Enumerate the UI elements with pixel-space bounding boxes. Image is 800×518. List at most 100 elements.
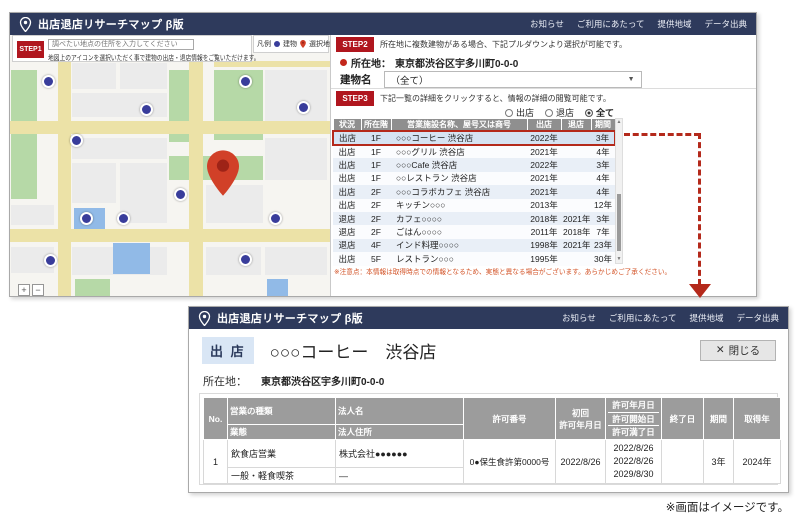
building-dot-icon <box>274 41 280 47</box>
map-window: 出店退店リサーチマップ β版 お知らせご利用にあたって提供地域データ出典 <box>9 12 757 297</box>
menu-item[interactable]: ご利用にあたって <box>609 312 677 324</box>
building-marker-icon[interactable] <box>297 101 310 114</box>
map-block <box>72 63 116 89</box>
map-park <box>11 70 37 199</box>
building-marker-icon[interactable] <box>269 212 282 225</box>
map-water <box>113 243 150 274</box>
building-select[interactable]: （全て） ▼ <box>384 71 642 88</box>
close-button[interactable]: ✕ 閉じる <box>700 340 776 361</box>
scroll-up-icon[interactable]: ▲ <box>616 119 622 126</box>
col-business-type: 営業の種類 <box>228 398 336 425</box>
building-marker-icon[interactable] <box>44 254 57 267</box>
table-row[interactable]: 出店1F○○レストラン 渋谷店2021年4年 <box>333 172 615 185</box>
search-result-panel: STEP2 所在地に複数建物がある場合、下記プルダウンより選択が可能です。 所在… <box>331 35 756 296</box>
column-header: 期間 <box>591 119 615 132</box>
map-block <box>206 247 261 275</box>
step1-badge: STEP1 <box>17 41 44 58</box>
detail-window: 出店退店リサーチマップ β版 お知らせ ご利用にあたって提供地域 データ出典 出 店… <box>188 306 789 493</box>
building-marker-icon[interactable] <box>140 103 153 116</box>
legend-title: 凡例 <box>257 39 271 49</box>
zoom-out-button[interactable]: − <box>32 284 44 296</box>
map[interactable]: STEP1 地図上のアイコンを選択いただく事で建物の出店・退店情報をご覧いただけ… <box>10 35 331 296</box>
app-logo-icon <box>198 311 211 326</box>
menu-item[interactable]: 提供地域 <box>657 18 691 30</box>
results-table: 状況所在階営業施設名称、屋号又は商号出店退店期間 出店1F○○○コーヒー 渋谷店… <box>332 118 616 266</box>
table-row[interactable]: 退店2Fカフェ○○○○2018年2021年3年 <box>333 212 615 225</box>
building-marker-icon[interactable] <box>239 253 252 266</box>
map-road <box>189 35 203 296</box>
map-park <box>75 279 110 296</box>
table-scrollbar[interactable]: ▲ ▼ <box>615 118 623 264</box>
table-row[interactable]: 出店1F○○○Cafe 渋谷店2022年3年 <box>333 158 615 171</box>
table-row[interactable]: 退店4Fインド料理○○○○1998年2021年23年 <box>333 239 615 252</box>
connector-arrow-line <box>698 133 701 285</box>
map-road <box>10 121 331 134</box>
column-header: 退店 <box>561 119 591 132</box>
scroll-down-icon[interactable]: ▼ <box>616 256 622 263</box>
map-window-header: 出店退店リサーチマップ β版 お知らせご利用にあたって提供地域データ出典 <box>10 13 756 35</box>
menu-item[interactable]: お知らせ <box>562 312 596 324</box>
app-logo-icon <box>19 17 32 32</box>
map-block <box>72 138 167 159</box>
map-road <box>10 229 331 242</box>
cell-corp-address: ― <box>336 468 464 484</box>
building-marker-icon[interactable] <box>174 188 187 201</box>
zoom-in-button[interactable]: + <box>18 284 30 296</box>
menu-item[interactable]: データ出典 <box>704 18 747 30</box>
address-search-input[interactable] <box>48 39 194 50</box>
building-marker-icon[interactable] <box>80 212 93 225</box>
table-row[interactable]: 退店2Fごはん○○○○2011年2018年7年 <box>333 225 615 238</box>
cell-corp-name: 株式会社●●●●●● <box>336 440 464 468</box>
col-corp-name: 法人名 <box>336 398 464 425</box>
header-menu: お知らせ ご利用にあたって提供地域 データ出典 <box>562 312 779 324</box>
cell-permit-no: 0●保生食許第0000号 <box>464 440 556 484</box>
col-first-permit-date: 初回 許可年月日 <box>556 398 606 440</box>
table-row[interactable]: 出店1F○○○グリル 渋谷店2021年4年 <box>333 145 615 158</box>
table-row[interactable]: 出店2Fキッチン○○○2013年12年 <box>333 199 615 212</box>
menu-item[interactable]: ご利用にあたって <box>577 18 645 30</box>
map-block <box>72 93 167 117</box>
col-permit-no: 許可番号 <box>464 398 556 440</box>
scrollbar-thumb[interactable] <box>617 194 621 252</box>
step3-badge: STEP3 <box>336 91 374 106</box>
app-title: 出店退店リサーチマップ β版 <box>217 310 363 326</box>
table-row[interactable]: 出店2F○○○コラボカフェ 渋谷店2021年4年 <box>333 185 615 198</box>
detail-address-label: 所在地： <box>203 373 247 389</box>
detail-table: No. 営業の種類 法人名 許可番号 初回 許可年月日 許可年月日 許可開始日 … <box>203 397 781 484</box>
table-row[interactable]: 出店1F○○○コーヒー 渋谷店2022年3年 <box>333 131 615 145</box>
step2-badge: STEP2 <box>336 37 374 52</box>
address-value: 東京都渋谷区宇多川町0-0-0 <box>395 55 518 70</box>
step1-caption: 地図上のアイコンを選択いただく事で建物の出店・退店情報をご覧いただけます。 <box>48 53 260 63</box>
results-note: ※注意点：本情報は取得時点での情報となるため、実態と異なる場合がございます。あら… <box>334 267 671 277</box>
divider <box>331 88 756 89</box>
radio-icon <box>545 109 553 117</box>
location-dot-icon <box>340 59 347 66</box>
cell-business-category: 一般・軽食喫茶 <box>228 468 336 484</box>
building-name-label: 建物名 <box>340 72 372 87</box>
chevron-down-icon: ▼ <box>628 76 635 83</box>
detail-title: ○○○コーヒー 渋谷店 <box>270 338 437 363</box>
connector-arrow-line <box>624 133 700 136</box>
column-header: 状況 <box>333 119 361 132</box>
step3-description: 下記一覧の詳細をクリックすると、情報の詳細の閲覧可能です。 <box>380 93 611 104</box>
menu-item[interactable]: データ出典 <box>736 312 779 324</box>
menu-item[interactable]: 提供地域 <box>689 312 723 324</box>
selected-point-pin-icon[interactable] <box>207 149 239 197</box>
footer-note: ※画面はイメージです。 <box>666 499 789 515</box>
close-label: 閉じる <box>729 343 761 358</box>
building-marker-icon[interactable] <box>239 75 252 88</box>
building-marker-icon[interactable] <box>42 75 55 88</box>
col-corp-address: 法人住所 <box>336 424 464 439</box>
table-row[interactable]: 出店5Fレストラン○○○1995年30年 <box>333 252 615 265</box>
detail-table-wrap: No. 営業の種類 法人名 許可番号 初回 許可年月日 許可年月日 許可開始日 … <box>199 393 778 485</box>
legend-point-label: 選択地点 <box>309 39 331 49</box>
building-marker-icon[interactable] <box>70 134 83 147</box>
building-marker-icon[interactable] <box>117 212 130 225</box>
header-menu: お知らせ ご利用にあたって提供地域 データ出典 <box>530 18 747 30</box>
radio-icon <box>505 109 513 117</box>
menu-item[interactable]: お知らせ <box>530 18 564 30</box>
map-water <box>267 279 288 296</box>
map-block <box>120 63 167 89</box>
status-badge: 出 店 <box>202 337 254 364</box>
cell-business-type: 飲食店営業 <box>228 440 336 468</box>
